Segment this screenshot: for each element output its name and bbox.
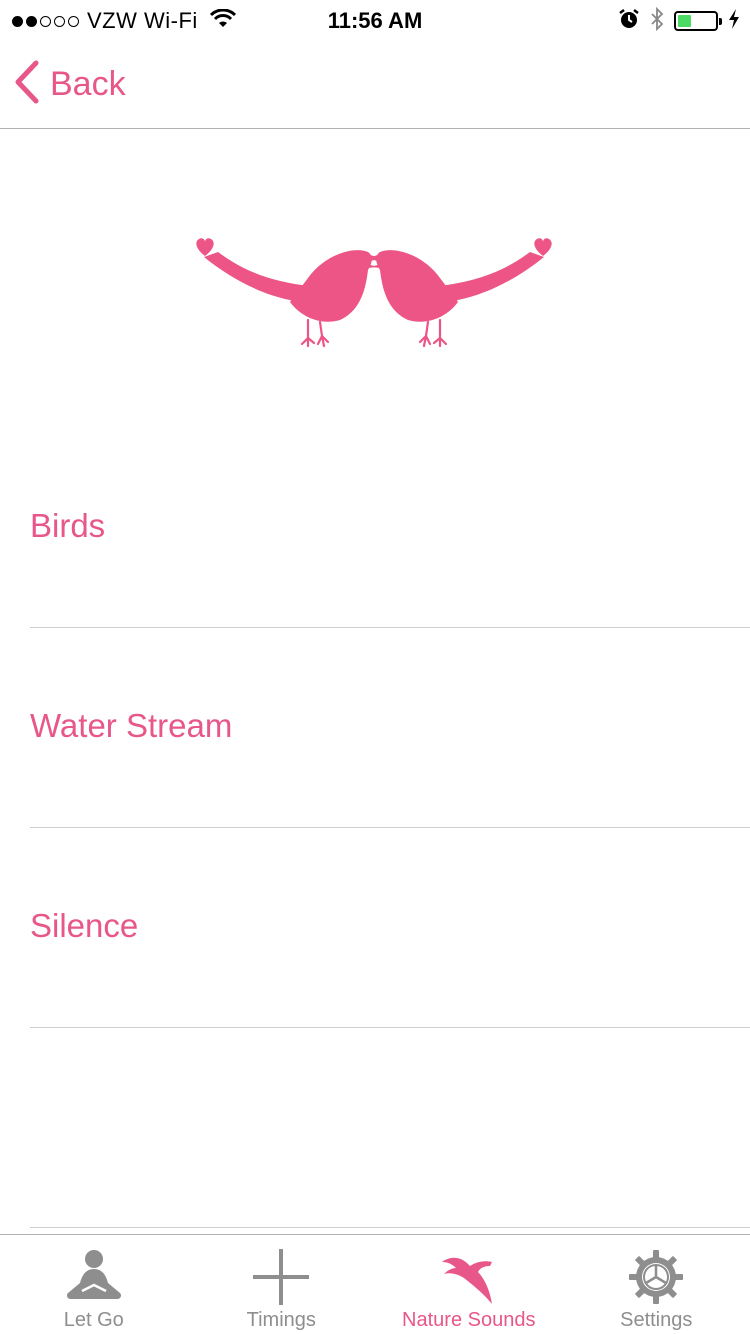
tab-label: Settings [620, 1309, 693, 1331]
list-item-label: Water Stream [30, 706, 233, 744]
list-item-water-stream[interactable]: Water Stream [30, 628, 750, 828]
list-item-birds[interactable]: Birds [30, 428, 750, 628]
list-item-empty [30, 1028, 750, 1228]
status-bar: VZW Wi-Fi 11:56 AM [0, 0, 750, 40]
list-item-label: Silence [30, 906, 139, 944]
tab-label: Let Go [63, 1309, 124, 1331]
navigation-bar: Back [0, 40, 750, 129]
battery-icon [674, 11, 722, 31]
love-birds-icon [196, 238, 552, 348]
nature-sounds-list: Birds Water Stream Silence [30, 428, 750, 1228]
tab-bar: Let Go Timings Nature Sounds Settings [0, 1234, 750, 1334]
hero-illustration [0, 130, 750, 430]
bird-icon [437, 1245, 501, 1309]
alarm-icon [618, 8, 640, 35]
tab-label: Timings [246, 1309, 316, 1331]
list-item-silence[interactable]: Silence [30, 828, 750, 1028]
list-item-label: Birds [30, 506, 106, 544]
tab-label: Nature Sounds [402, 1309, 536, 1331]
tab-nature-sounds[interactable]: Nature Sounds [375, 1235, 563, 1334]
tab-timings[interactable]: Timings [188, 1235, 376, 1334]
chevron-left-icon [14, 60, 40, 109]
battery-level [678, 15, 691, 27]
charging-icon [728, 8, 740, 34]
tab-settings[interactable]: Settings [563, 1235, 750, 1334]
meditation-icon [62, 1245, 126, 1309]
gear-icon [624, 1245, 688, 1309]
back-label: Back [50, 64, 126, 103]
bluetooth-icon [650, 6, 664, 36]
tab-let-go[interactable]: Let Go [0, 1235, 188, 1334]
plus-icon [249, 1245, 313, 1309]
status-right [618, 6, 740, 36]
back-button[interactable]: Back [14, 60, 126, 109]
